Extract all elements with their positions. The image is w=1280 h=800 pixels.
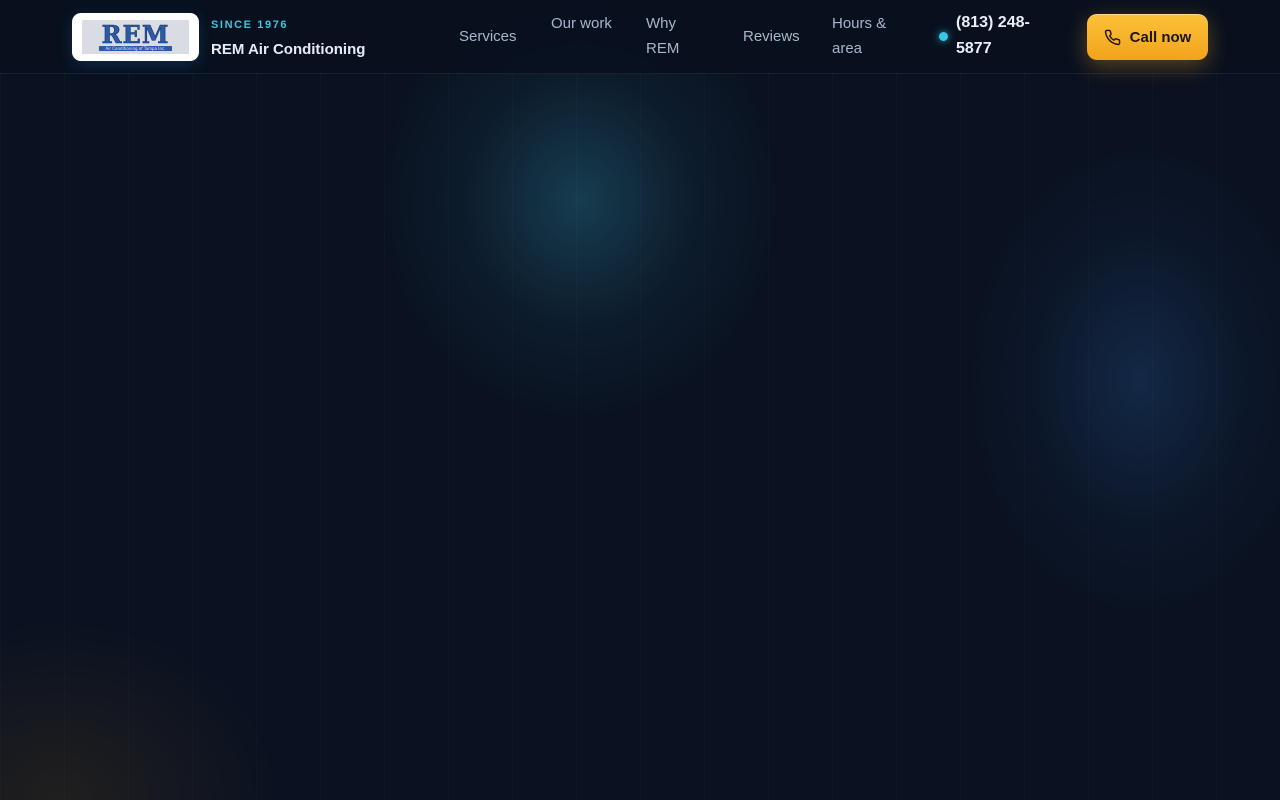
- nav-hours-area[interactable]: Hours & area: [832, 11, 912, 61]
- background-texture: [0, 0, 1280, 800]
- call-now-label: Call now: [1129, 28, 1192, 46]
- nav-why-rem[interactable]: Why REM: [646, 11, 706, 61]
- logo-link[interactable]: REM Air Conditioning of Tampa Inc.: [72, 13, 199, 61]
- phone-number-link[interactable]: (813) 248-5877: [956, 10, 1056, 62]
- nav-reviews[interactable]: Reviews: [743, 24, 800, 49]
- logo-subtitle: Air Conditioning of Tampa Inc.: [99, 45, 172, 51]
- status-dot-icon: [939, 32, 948, 41]
- nav-our-work[interactable]: Our work: [551, 11, 621, 36]
- brand-name: REM Air Conditioning: [211, 41, 366, 58]
- page: REM Air Conditioning of Tampa Inc. SINCE…: [0, 0, 1280, 800]
- phone-icon: [1104, 29, 1121, 46]
- logo: REM Air Conditioning of Tampa Inc.: [82, 20, 189, 54]
- nav-services[interactable]: Services: [459, 24, 517, 49]
- call-now-button[interactable]: Call now: [1087, 14, 1208, 60]
- site-header: REM Air Conditioning of Tampa Inc. SINCE…: [0, 0, 1280, 74]
- brand-tagline: SINCE 1976: [211, 19, 289, 31]
- logo-wordmark: REM: [101, 20, 170, 49]
